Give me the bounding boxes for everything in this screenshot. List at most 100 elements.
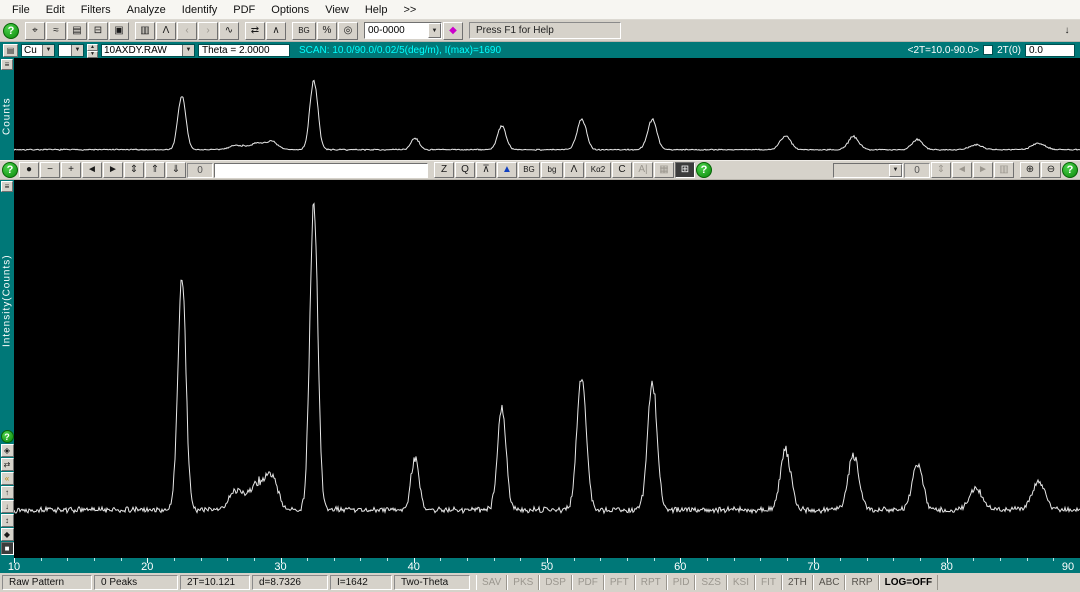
flag-pks[interactable]: PKS — [507, 575, 539, 590]
add-overlay-button[interactable]: ⊕ — [1020, 162, 1040, 178]
histogram-button[interactable]: ▥ — [135, 22, 155, 40]
flag-dsp[interactable]: DSP — [539, 575, 572, 590]
menu-view[interactable]: View — [317, 2, 357, 18]
ka2-button[interactable]: Kα2 — [585, 162, 611, 178]
zoom-out-button[interactable]: − — [40, 162, 60, 178]
offset-right-button[interactable]: ► — [973, 162, 993, 178]
restore-view-button[interactable]: « — [1, 472, 14, 485]
scale-down-button[interactable]: ⇓ — [166, 162, 186, 178]
help-button[interactable]: ? — [3, 23, 19, 39]
menu-identify[interactable]: Identify — [174, 2, 225, 18]
retrieve-pdf-button[interactable]: ◆ — [443, 22, 463, 40]
print-button[interactable]: ⊟ — [88, 22, 108, 40]
chart-options-button[interactable]: ≡ — [1, 181, 13, 192]
flag-rrp[interactable]: RRP — [845, 575, 878, 590]
zoom-in-button[interactable]: + — [61, 162, 81, 178]
panel-button[interactable]: ▤ — [3, 44, 18, 57]
magnifier-button[interactable]: Q — [455, 162, 475, 178]
overlay-select[interactable]: ▼ — [833, 163, 903, 178]
flag-pid[interactable]: PID — [667, 575, 696, 590]
compare-button[interactable]: ⇄ — [245, 22, 265, 40]
snapshot-button[interactable]: ▣ — [109, 22, 129, 40]
menu-more[interactable]: >> — [395, 2, 424, 18]
menu-options[interactable]: Options — [263, 2, 317, 18]
overview-chart[interactable] — [14, 58, 1080, 160]
offset-updown-button[interactable]: ⇕ — [931, 162, 951, 178]
marker-button[interactable]: ◆ — [1, 528, 14, 541]
tree-button[interactable]: ⊼ — [476, 162, 496, 178]
flag-rpt[interactable]: RPT — [635, 575, 667, 590]
log-scale-status[interactable]: LOG=OFF — [879, 575, 939, 590]
anode-select[interactable]: Cu ▼ — [21, 44, 55, 57]
menu-analyze[interactable]: Analyze — [119, 2, 174, 18]
menu-help[interactable]: Help — [357, 2, 396, 18]
web-button[interactable]: ◎ — [338, 22, 358, 40]
two-theta-zero-checkbox[interactable] — [983, 45, 993, 55]
flag-pft[interactable]: PFT — [604, 575, 635, 590]
table-view-button[interactable]: ⊞ — [675, 162, 695, 178]
scroll-down-button[interactable]: ↓ — [1, 500, 14, 513]
zoom-cursor-button[interactable]: Z — [434, 162, 454, 178]
main-chart-area[interactable] — [14, 180, 1080, 558]
spin-up-icon[interactable]: ▲ — [87, 44, 98, 51]
ka2-strip-button[interactable]: % — [317, 22, 337, 40]
pan-left-button[interactable]: ◄ — [82, 162, 102, 178]
prev-button[interactable]: ‹ — [177, 22, 197, 40]
centroid-button[interactable]: C — [612, 162, 632, 178]
phase-search-input[interactable] — [214, 163, 428, 178]
file-select[interactable]: 10AXDY.RAW ▼ — [101, 44, 195, 57]
cursor-tool-button[interactable]: ⌖ — [25, 22, 45, 40]
help-button[interactable]: ? — [1, 430, 14, 443]
axis-mode-status[interactable]: Two-Theta — [394, 575, 470, 590]
menu-filters[interactable]: Filters — [73, 2, 119, 18]
grid-button[interactable]: ▦ — [654, 162, 674, 178]
smooth-button[interactable]: ∿ — [219, 22, 239, 40]
menu-file[interactable]: File — [4, 2, 38, 18]
spin-down-icon[interactable]: ▼ — [87, 51, 98, 58]
bg-fit-button[interactable]: BG — [518, 162, 540, 178]
flag-fit[interactable]: FIT — [755, 575, 782, 590]
bg-subtract-button[interactable]: bg — [541, 162, 563, 178]
peak-display-button[interactable]: ▲ — [497, 162, 517, 178]
overview-chart-area[interactable] — [14, 58, 1080, 160]
menu-edit[interactable]: Edit — [38, 2, 73, 18]
flag-abc[interactable]: ABC — [813, 575, 846, 590]
swap-view-button[interactable]: ⇄ — [1, 458, 14, 471]
scale-up-button[interactable]: ⇑ — [145, 162, 165, 178]
zoom-spinner[interactable]: ▲ ▼ — [87, 44, 98, 57]
x-axis-bar[interactable]: 102030405060708090 — [0, 558, 1080, 573]
open-file-button[interactable]: ▤ — [67, 22, 87, 40]
theta-field[interactable]: Theta = 2.0000 — [198, 44, 290, 57]
overlay-button[interactable]: ≈ — [46, 22, 66, 40]
axis-line-button[interactable]: A| — [633, 162, 653, 178]
full-range-button[interactable]: ■ — [1, 542, 14, 555]
offset-left-button[interactable]: ◄ — [952, 162, 972, 178]
remove-overlay-button[interactable]: ⊖ — [1041, 162, 1061, 178]
chart-options-button[interactable]: ≡ — [1, 59, 13, 70]
flag-pdf[interactable]: PDF — [572, 575, 604, 590]
main-chart[interactable] — [14, 180, 1080, 558]
flag-ksi[interactable]: KSI — [727, 575, 755, 590]
peak-fit-button[interactable]: Λ — [156, 22, 176, 40]
next-button[interactable]: › — [198, 22, 218, 40]
pan-right-button[interactable]: ► — [103, 162, 123, 178]
display-mode-select[interactable]: ▼ — [58, 44, 84, 57]
move-tool-button[interactable]: ◈ — [1, 444, 14, 457]
two-theta-zero-field[interactable]: 0.0 — [1025, 44, 1075, 57]
dock-down-button[interactable]: ↓ — [1057, 22, 1077, 40]
profile-button[interactable]: Λ — [564, 162, 584, 178]
help-button-2[interactable]: ? — [696, 162, 712, 178]
flag-2th[interactable]: 2TH — [782, 575, 813, 590]
flag-szs[interactable]: SZS — [695, 575, 726, 590]
scale-updown-button[interactable]: ⇕ — [124, 162, 144, 178]
background-button[interactable]: BG — [292, 22, 316, 40]
peak-search-button[interactable]: ∧ — [266, 22, 286, 40]
pdf-number-combo[interactable]: 00-0000 ▼ — [364, 22, 442, 39]
help-button-3[interactable]: ? — [1062, 162, 1078, 178]
menu-pdf[interactable]: PDF — [225, 2, 263, 18]
autoscale-button[interactable]: ↕ — [1, 514, 14, 527]
flag-sav[interactable]: SAV — [476, 575, 507, 590]
scroll-up-button[interactable]: ↑ — [1, 486, 14, 499]
stack-button[interactable]: ▥ — [994, 162, 1014, 178]
help-button[interactable]: ? — [2, 162, 18, 178]
